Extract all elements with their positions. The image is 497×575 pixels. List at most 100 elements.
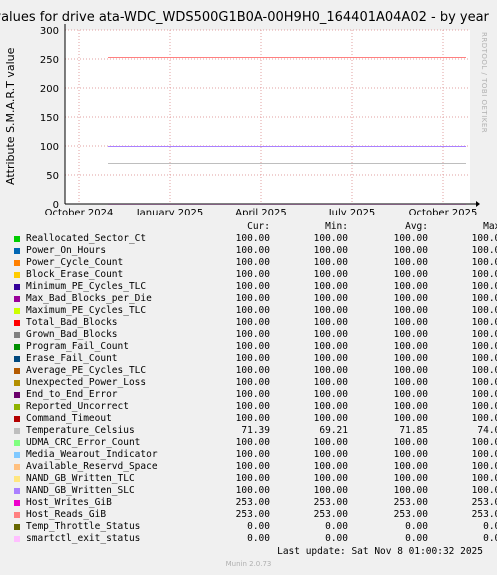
legend-value-avg: 253.00	[393, 497, 428, 508]
legend-value-avg: 100.00	[393, 329, 428, 340]
legend-series-name: Total_Bad_Blocks	[26, 317, 118, 328]
legend-swatch	[14, 464, 20, 470]
legend-swatch	[14, 536, 20, 542]
y-tick-label: 100	[40, 142, 59, 153]
legend-swatch	[14, 308, 20, 314]
legend-swatch	[14, 236, 20, 242]
legend-swatch	[14, 332, 20, 338]
legend-series-name: NAND_GB_Written_SLC	[26, 485, 135, 496]
legend-value-avg: 253.00	[393, 509, 428, 520]
legend-series-name: Host_Writes_GiB	[26, 497, 112, 508]
legend-series-name: End_to_End_Error	[26, 389, 118, 400]
legend-value-cur: 100.00	[235, 401, 270, 412]
x-tick-label: October 2025	[409, 208, 478, 215]
chart-plot: 050100150200250300October 2024 January 20…	[40, 24, 480, 215]
legend-series-name: Media_Wearout_Indicator	[26, 449, 158, 460]
legend-row: Available_Reservd_Space 100.00 100.00 100.0…	[12, 461, 497, 473]
legend-row: Block_Erase_Count 100.00 100.00 100.00 100.0…	[12, 269, 497, 281]
legend-row: Power_Cycle_Count 100.00 100.00 100.00 100.0…	[12, 257, 497, 269]
legend-row: End_to_End_Error 100.00 100.00 100.00 100.00	[12, 389, 497, 401]
legend-value-cur: 100.00	[235, 281, 270, 292]
legend-value-max: 100.00	[471, 305, 497, 316]
legend-row: Unexpected_Power_Loss 100.00 100.00 100.00 1…	[12, 377, 497, 389]
legend-series-name: Maximum_PE_Cycles_TLC	[26, 305, 147, 316]
legend-value-cur: 100.00	[235, 485, 270, 496]
legend-value-avg: 100.00	[393, 305, 428, 316]
legend-swatch	[14, 452, 20, 458]
legend-value-max: 100.00	[471, 365, 497, 376]
legend-value-cur: 0.00	[247, 521, 270, 532]
legend-swatch	[14, 476, 20, 482]
legend-row: Reported_Uncorrect 100.00 100.00 100.00 100.…	[12, 401, 497, 413]
legend-value-max: 100.00	[471, 269, 497, 280]
legend-value-min: 100.00	[313, 437, 348, 448]
legend-series-name: smartctl_exit_status	[26, 533, 141, 544]
legend-value-cur: 100.00	[235, 233, 270, 244]
legend-series-name: NAND_GB_Written_TLC	[26, 473, 135, 484]
legend-value-min: 100.00	[313, 353, 348, 364]
legend: Cur: Min: Avg: Max: Reallocated_Sector_C…	[12, 221, 497, 545]
legend-value-max: 100.00	[471, 317, 497, 328]
legend-row: Max_Bad_Blocks_per_Die 100.00 100.00 100.00…	[12, 293, 497, 305]
legend-swatch	[14, 260, 20, 266]
legend-value-max: 253.00	[471, 497, 497, 508]
legend-swatch	[14, 320, 20, 326]
legend-value-avg: 100.00	[393, 293, 428, 304]
y-tick-label: 250	[40, 55, 59, 66]
legend-swatch	[14, 248, 20, 254]
munin-version: Munin 2.0.73	[225, 560, 272, 568]
legend-value-min: 100.00	[313, 269, 348, 280]
legend-value-cur: 71.39	[241, 425, 270, 436]
legend-row: Total_Bad_Blocks 100.00 100.00 100.00 100.00	[12, 317, 497, 329]
legend-value-min: 69.21	[319, 425, 348, 436]
legend-row: Minimum_PE_Cycles_TLC 100.00 100.00 100.00 1…	[12, 281, 497, 293]
legend-value-min: 100.00	[313, 461, 348, 472]
header-max: Max:	[483, 221, 497, 232]
legend-value-avg: 100.00	[393, 317, 428, 328]
legend-series-name: Program_Fail_Count	[26, 341, 129, 352]
legend-value-cur: 100.00	[235, 377, 270, 388]
legend-value-min: 100.00	[313, 377, 348, 388]
legend-rows: Reallocated_Sector_Ct 100.00 100.00 100.00 1…	[12, 233, 497, 545]
legend-value-cur: 100.00	[235, 257, 270, 268]
legend-value-max: 100.00	[471, 233, 497, 244]
legend-series-name: Unexpected_Power_Loss	[26, 377, 147, 388]
legend-value-max: 100.00	[471, 281, 497, 292]
legend-value-avg: 0.00	[405, 533, 428, 544]
legend-swatch	[14, 440, 20, 446]
legend-series-name: Grown_Bad_Blocks	[26, 329, 118, 340]
legend-value-min: 100.00	[313, 281, 348, 292]
legend-series-name: Block_Erase_Count	[26, 269, 124, 280]
legend-value-avg: 100.00	[393, 353, 428, 364]
legend-value-min: 100.00	[313, 245, 348, 256]
legend-value-min: 0.00	[325, 521, 348, 532]
legend-value-avg: 100.00	[393, 269, 428, 280]
y-tick-label: 300	[40, 26, 59, 37]
legend-value-min: 100.00	[313, 365, 348, 376]
legend-value-max: 100.00	[471, 377, 497, 388]
legend-swatch	[14, 344, 20, 350]
y-tick-label: 200	[40, 84, 59, 95]
legend-value-cur: 100.00	[235, 473, 270, 484]
legend-value-avg: 100.00	[393, 245, 428, 256]
legend-value-avg: 100.00	[393, 449, 428, 460]
legend-value-max: 100.00	[471, 389, 497, 400]
legend-row: Power_On_Hours 100.00 100.00 100.00 100.00	[12, 245, 497, 257]
legend-value-cur: 100.00	[235, 353, 270, 364]
x-axis-arrow	[476, 201, 480, 207]
legend-value-max: 100.00	[471, 485, 497, 496]
legend-value-cur: 100.00	[235, 413, 270, 424]
legend-value-max: 100.00	[471, 413, 497, 424]
legend-value-max: 0.00	[483, 521, 497, 532]
legend-series-name: Command_Timeout	[26, 413, 112, 424]
legend-row: Media_Wearout_Indicator 100.00 100.00 100.0…	[12, 449, 497, 461]
legend-value-max: 100.00	[471, 437, 497, 448]
legend-row: Maximum_PE_Cycles_TLC 100.00 100.00 100.00 1…	[12, 305, 497, 317]
legend-row: Grown_Bad_Blocks 100.00 100.00 100.00 100.00	[12, 329, 497, 341]
legend-value-avg: 0.00	[405, 521, 428, 532]
legend-row: Program_Fail_Count 100.00 100.00 100.00 100.…	[12, 341, 497, 353]
y-tick-label: 150	[40, 113, 59, 124]
legend-series-name: Erase_Fail_Count	[26, 353, 118, 364]
legend-swatch	[14, 428, 20, 434]
legend-value-avg: 100.00	[393, 473, 428, 484]
